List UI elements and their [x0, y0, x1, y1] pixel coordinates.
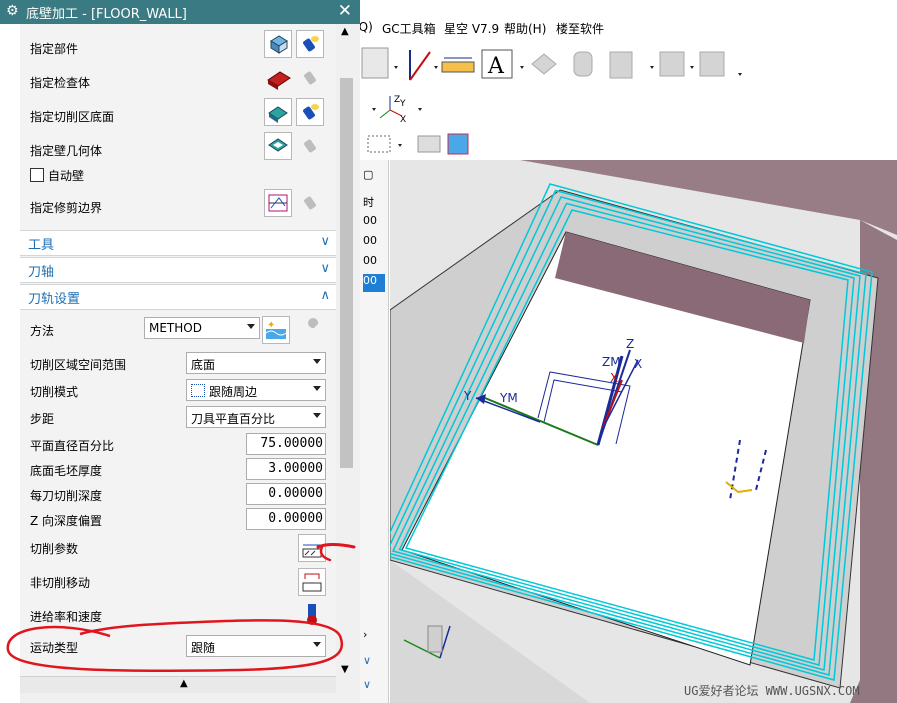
axis-label-x2: X: [634, 357, 642, 371]
navigator-panel: ▢ 时 00 00 00 00 › ∨ ∨: [360, 160, 389, 703]
svg-text:A: A: [487, 54, 505, 79]
nav-chevron-down-icon[interactable]: ∨: [363, 678, 385, 696]
axis-label-x: X: [610, 371, 618, 385]
nav-cell-selected[interactable]: 00: [363, 274, 385, 292]
selection-toolbar: [360, 128, 480, 160]
assembly-icon[interactable]: [531, 53, 557, 75]
display-cube-icon[interactable]: [447, 133, 469, 155]
axis-label-zm: ZM: [602, 355, 621, 369]
measure-icon[interactable]: [441, 57, 475, 73]
box-icon[interactable]: [659, 51, 685, 77]
nav-restore-icon[interactable]: ▢: [363, 168, 385, 186]
axis-label-y: Y: [463, 389, 472, 403]
shaded-view-icon[interactable]: [417, 135, 441, 153]
graphics-viewport[interactable]: YM Y ZM Z X X: [390, 160, 897, 703]
svg-text:Y: Y: [399, 99, 406, 109]
nav-scroll-right-icon[interactable]: ›: [363, 628, 385, 646]
watermark: UG爱好者论坛 WWW.UGSNX.COM: [684, 684, 860, 698]
nav-chevron-down-icon[interactable]: ∨: [363, 654, 385, 672]
main-toolbar: A: [360, 40, 760, 90]
axis-label-ym: YM: [499, 391, 518, 405]
wcs-orient-icon[interactable]: Z Y X: [379, 95, 406, 125]
menu-item-xingkong[interactable]: 星空 V7.9: [444, 20, 499, 37]
menu-item-louzhi[interactable]: 楼至软件: [556, 20, 604, 37]
nav-cell[interactable]: 00: [363, 254, 385, 272]
rectangle-select-icon[interactable]: [367, 135, 391, 153]
cylinder-icon[interactable]: [573, 51, 593, 77]
annotation-marks: [6, 543, 356, 673]
axis-label-z: Z: [626, 337, 634, 351]
svg-text:X: X: [400, 115, 406, 125]
nav-cell[interactable]: 00: [363, 214, 385, 232]
nav-cell[interactable]: 00: [363, 234, 385, 252]
document-icon[interactable]: [609, 51, 633, 79]
line-tool-icon[interactable]: [409, 50, 431, 81]
menu-item-help[interactable]: 帮助(H): [504, 20, 546, 37]
menu-item-gc-toolbox[interactable]: GC工具箱: [382, 20, 436, 37]
text-tool-icon[interactable]: A: [481, 49, 513, 79]
view-triad: [403, 625, 451, 659]
layers-icon[interactable]: [699, 51, 725, 77]
wcs-toolbar: Z Y X: [360, 90, 450, 128]
nav-header: 时: [363, 196, 374, 209]
menu-bar: (Q) GC工具箱 星空 V7.9 帮助(H) 楼至软件: [354, 14, 897, 40]
